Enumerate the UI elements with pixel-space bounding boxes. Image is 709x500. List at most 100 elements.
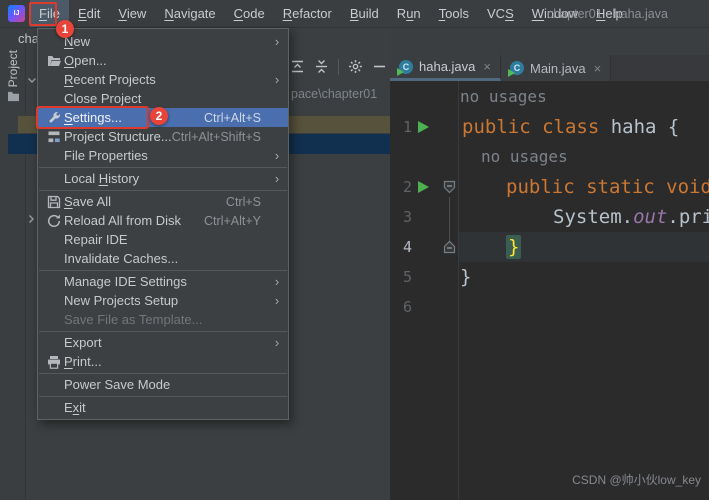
code-text: public class haha {: [462, 112, 679, 142]
menu-item-manage-ide-settings[interactable]: Manage IDE Settings›: [38, 272, 288, 291]
structure-icon: [43, 130, 64, 144]
hide-icon[interactable]: [372, 59, 387, 74]
menu-item-label: Save All: [64, 194, 226, 209]
menu-item-local-history[interactable]: Local History›: [38, 169, 288, 188]
tab-label: haha.java: [419, 59, 475, 74]
menu-separator: [39, 167, 287, 168]
project-tab-label: Project: [6, 50, 20, 87]
editor-toolbar-band: [390, 28, 709, 55]
inlay-hint-text: no usages: [460, 82, 547, 112]
submenu-arrow-icon: ›: [270, 293, 284, 308]
menu-item-label: Manage IDE Settings: [64, 274, 270, 289]
run-button-icon[interactable]: [418, 121, 429, 133]
code-editor[interactable]: no usages1public class haha {no usages 2 p…: [390, 81, 709, 500]
java-class-icon: C: [510, 61, 524, 75]
menu-item-label: Close Project: [64, 91, 270, 106]
project-toolwindow-tab[interactable]: Project: [1, 50, 25, 102]
run-button-icon[interactable]: [418, 181, 429, 193]
annotation-badge-1: 1: [56, 20, 74, 38]
gear-icon[interactable]: [348, 59, 363, 74]
submenu-arrow-icon: ›: [270, 34, 284, 49]
code-line-3: 3System.out.pri: [390, 202, 709, 232]
menu-item-reload-all-from-disk[interactable]: Reload All from DiskCtrl+Alt+Y: [38, 211, 288, 230]
menu-item-open[interactable]: Open...: [38, 51, 288, 70]
annotation-box-file: [29, 2, 57, 26]
menu-item-file-properties[interactable]: File Properties›: [38, 146, 288, 165]
chevron-right-icon[interactable]: [28, 214, 35, 224]
editor-tab-haha-java[interactable]: Chaha.java ×: [390, 55, 501, 81]
menubar-item-view[interactable]: View: [109, 0, 155, 27]
menu-item-project-structure[interactable]: Project Structure...Ctrl+Alt+Shift+S: [38, 127, 288, 146]
menubar-item-tools[interactable]: Tools: [430, 0, 478, 27]
line-number: 2: [390, 172, 412, 202]
inlay-hint-text: no usages: [481, 142, 568, 172]
menubar-item-code[interactable]: Code: [225, 0, 274, 27]
menu-item-power-save-mode[interactable]: Power Save Mode: [38, 375, 288, 394]
menu-item-shortcut: Ctrl+S: [226, 195, 261, 209]
menu-item-shortcut: Ctrl+Alt+S: [204, 111, 261, 125]
menubar-item-refactor[interactable]: Refactor: [274, 0, 341, 27]
menu-item-export[interactable]: Export›: [38, 333, 288, 352]
expand-all-icon[interactable]: [314, 59, 329, 74]
project-path-text: pace\chapter01: [291, 87, 377, 101]
menubar-item-edit[interactable]: Edit: [69, 0, 109, 27]
annotation-badge-2: 2: [150, 107, 168, 125]
menubar-item-run[interactable]: Run: [388, 0, 430, 27]
menu-item-recent-projects[interactable]: Recent Projects›: [38, 70, 288, 89]
menu-item-label: Exit: [64, 400, 270, 415]
refresh-icon: [43, 214, 64, 228]
code-line-1: 1public class haha {: [390, 112, 709, 142]
collapse-all-icon[interactable]: [290, 59, 305, 74]
line-number: 6: [390, 292, 412, 322]
code-text: public static void: [506, 172, 709, 202]
code-line-6: 6: [390, 292, 709, 322]
menu-item-label: Open...: [64, 53, 270, 68]
editor-tab-main-java[interactable]: C Main.java ×: [501, 55, 611, 81]
menu-item-label: Export: [64, 335, 270, 350]
menu-separator: [39, 270, 287, 271]
submenu-arrow-icon: ›: [270, 148, 284, 163]
menu-separator: [39, 190, 287, 191]
chevron-down-icon[interactable]: [27, 77, 37, 84]
current-line-highlight: [459, 232, 709, 262]
line-number: 5: [390, 262, 412, 292]
submenu-arrow-icon: ›: [270, 171, 284, 186]
menubar-item-build[interactable]: Build: [341, 0, 388, 27]
java-class-icon: C: [399, 60, 413, 74]
menu-item-label: Save File as Template...: [64, 312, 270, 327]
submenu-arrow-icon: ›: [270, 72, 284, 87]
menu-item-label: Local History: [64, 171, 270, 186]
menu-item-new[interactable]: New›: [38, 32, 288, 51]
editor-tab-bar: Chaha.java × C Main.java ×: [390, 55, 709, 81]
line-number: 4: [390, 232, 412, 262]
intellij-logo-icon[interactable]: IJ: [8, 5, 25, 22]
menubar-item-vcs[interactable]: VCS: [478, 0, 523, 27]
menubar-item-navigate[interactable]: Navigate: [155, 0, 224, 27]
fold-marker-icon[interactable]: [443, 240, 456, 254]
menu-item-new-projects-setup[interactable]: New Projects Setup›: [38, 291, 288, 310]
tab-label: Main.java: [530, 61, 586, 76]
inlay-hint-row: no usages: [390, 142, 709, 172]
menu-separator: [39, 396, 287, 397]
fold-marker-icon[interactable]: [443, 180, 456, 194]
menu-separator: [39, 331, 287, 332]
file-menu-dropdown: New›Open...Recent Projects›Close Project…: [37, 28, 289, 420]
code-text: }: [460, 262, 471, 292]
inlay-hint-row: no usages: [390, 82, 709, 112]
menu-item-label: New: [64, 34, 270, 49]
menu-item-label: New Projects Setup: [64, 293, 270, 308]
menu-item-save-all[interactable]: Save AllCtrl+S: [38, 192, 288, 211]
tab-close-icon[interactable]: ×: [483, 59, 491, 74]
menu-item-label: Power Save Mode: [64, 377, 270, 392]
menu-item-exit[interactable]: Exit: [38, 398, 288, 417]
code-line-5: 5}: [390, 262, 709, 292]
menu-item-repair-ide[interactable]: Repair IDE: [38, 230, 288, 249]
tab-close-icon[interactable]: ×: [594, 61, 602, 76]
toolbar-divider: [338, 59, 339, 75]
menu-bar-items: FileEditViewNavigateCodeRefactorBuildRun…: [30, 0, 632, 27]
menu-item-invalidate-caches[interactable]: Invalidate Caches...: [38, 249, 288, 268]
watermark-text: CSDN @帅小伙low_key: [572, 471, 701, 488]
menu-item-label: Repair IDE: [64, 232, 270, 247]
menu-item-shortcut: Ctrl+Alt+Shift+S: [172, 130, 261, 144]
menu-item-print[interactable]: Print...: [38, 352, 288, 371]
